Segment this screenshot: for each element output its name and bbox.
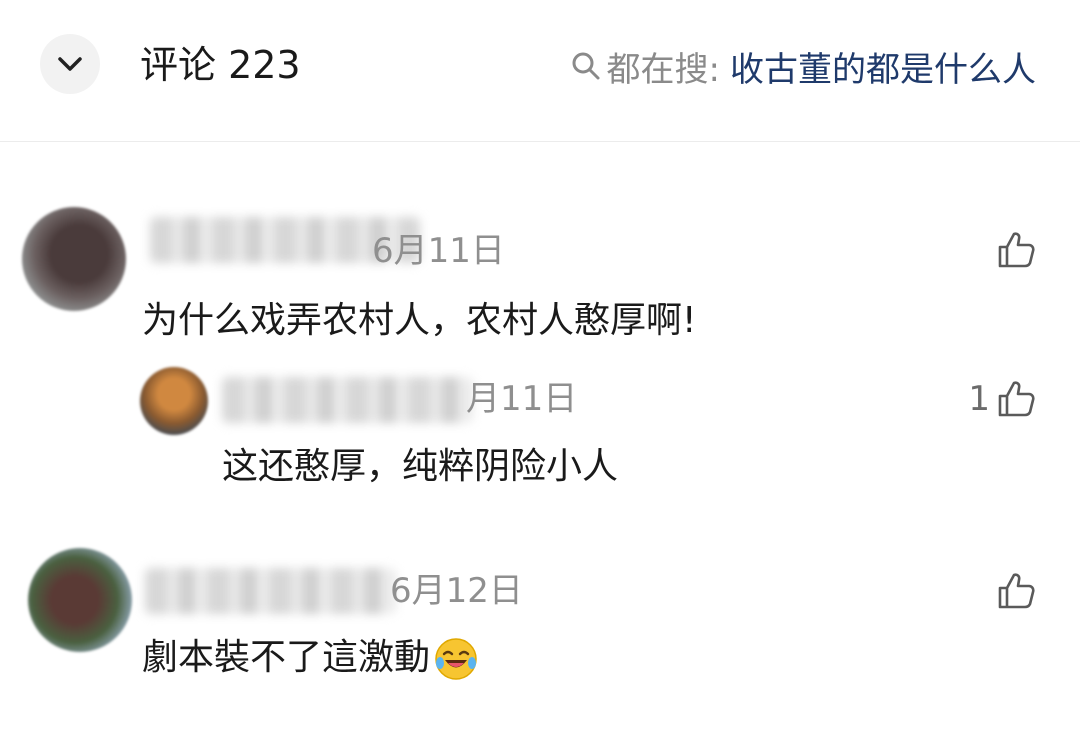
reply-text: 这还憨厚，纯粹阴险小人 bbox=[222, 446, 619, 487]
username-redacted[interactable] bbox=[145, 568, 395, 614]
like-button[interactable] bbox=[996, 568, 1036, 614]
avatar[interactable] bbox=[28, 548, 132, 652]
thumbs-up-icon bbox=[998, 232, 1035, 268]
reply-like-button[interactable]: 1 bbox=[968, 376, 1036, 422]
like-button[interactable] bbox=[996, 227, 1036, 273]
reply-like-count: 1 bbox=[968, 379, 990, 419]
thumbs-up-icon bbox=[998, 381, 1035, 417]
thumbs-up-icon bbox=[998, 573, 1035, 609]
comment-date: 6月11日 bbox=[372, 231, 505, 271]
comment-date: 6月12日 bbox=[390, 571, 523, 611]
comments-title: 评论 223 bbox=[140, 43, 301, 87]
collapse-button[interactable] bbox=[40, 34, 100, 94]
search-suggestion[interactable]: 都在搜: 收古董的都是什么人 bbox=[571, 42, 1036, 90]
search-prefix-label: 都在搜: bbox=[606, 49, 720, 90]
search-query-link[interactable]: 收古董的都是什么人 bbox=[730, 42, 1036, 91]
reply-avatar[interactable] bbox=[140, 367, 208, 435]
reply-username-redacted[interactable] bbox=[222, 377, 472, 423]
avatar[interactable] bbox=[22, 207, 126, 311]
comment-item: 6月11日 为什么戏弄农村人，农村人憨厚啊! 月11日 1 这还憨厚，纯粹阴险小… bbox=[0, 195, 1080, 535]
comment-text-content: 劇本裝不了這激動 bbox=[142, 637, 431, 678]
reply-date: 月11日 bbox=[466, 379, 578, 419]
comment-text: 劇本裝不了這激動 bbox=[142, 634, 478, 682]
comment-text: 为什么戏弄农村人，农村人憨厚啊! bbox=[142, 300, 697, 341]
search-icon bbox=[572, 52, 600, 80]
chevron-down-icon bbox=[58, 57, 82, 71]
comments-header: 评论 223 都在搜: 收古董的都是什么人 bbox=[0, 0, 1080, 142]
laughing-crying-emoji-icon bbox=[435, 638, 477, 680]
comment-item: 6月12日 劇本裝不了這激動 bbox=[0, 530, 1080, 730]
